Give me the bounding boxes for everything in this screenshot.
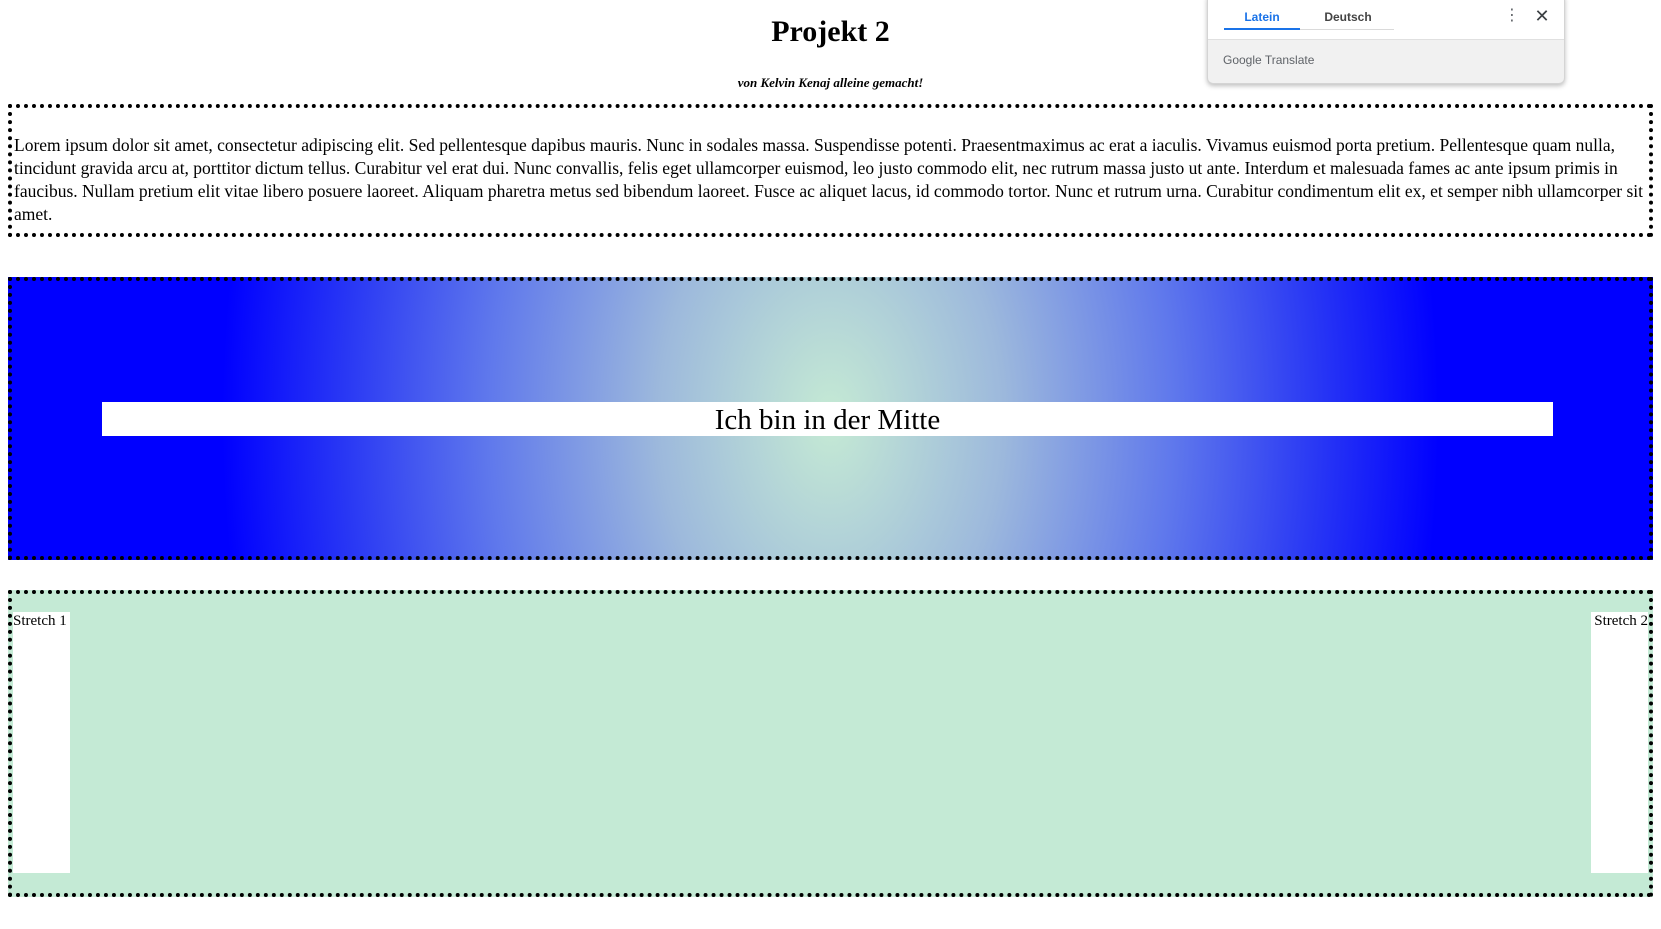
center-text-bar: Ich bin in der Mitte <box>102 402 1553 436</box>
stretch-item-2: Stretch 2 <box>1591 612 1648 873</box>
tab-deutsch[interactable]: Deutsch <box>1310 7 1386 27</box>
stretch-container: Stretch 1 Stretch 2 <box>8 590 1653 897</box>
tab-divider <box>1300 29 1394 30</box>
stretch-item-1: Stretch 1 <box>13 612 70 873</box>
lorem-paragraph: Lorem ipsum dolor sit amet, consectetur … <box>14 135 1643 224</box>
active-tab-indicator <box>1224 28 1300 30</box>
page: Projekt 2 von Kelvin Kenaj alleine gemac… <box>0 0 1661 929</box>
gradient-box: Ich bin in der Mitte <box>8 277 1653 560</box>
close-icon[interactable]: ✕ <box>1533 6 1551 26</box>
translate-brand: Google Translate <box>1223 53 1315 67</box>
lorem-text-box: Lorem ipsum dolor sit amet, consectetur … <box>8 104 1653 237</box>
translate-tab-bar: Latein Deutsch ⋮ ✕ <box>1208 0 1564 40</box>
google-translate-popup: Latein Deutsch ⋮ ✕ Google Translate <box>1207 0 1565 84</box>
tab-latein[interactable]: Latein <box>1224 7 1300 27</box>
more-vert-icon[interactable]: ⋮ <box>1504 6 1520 26</box>
